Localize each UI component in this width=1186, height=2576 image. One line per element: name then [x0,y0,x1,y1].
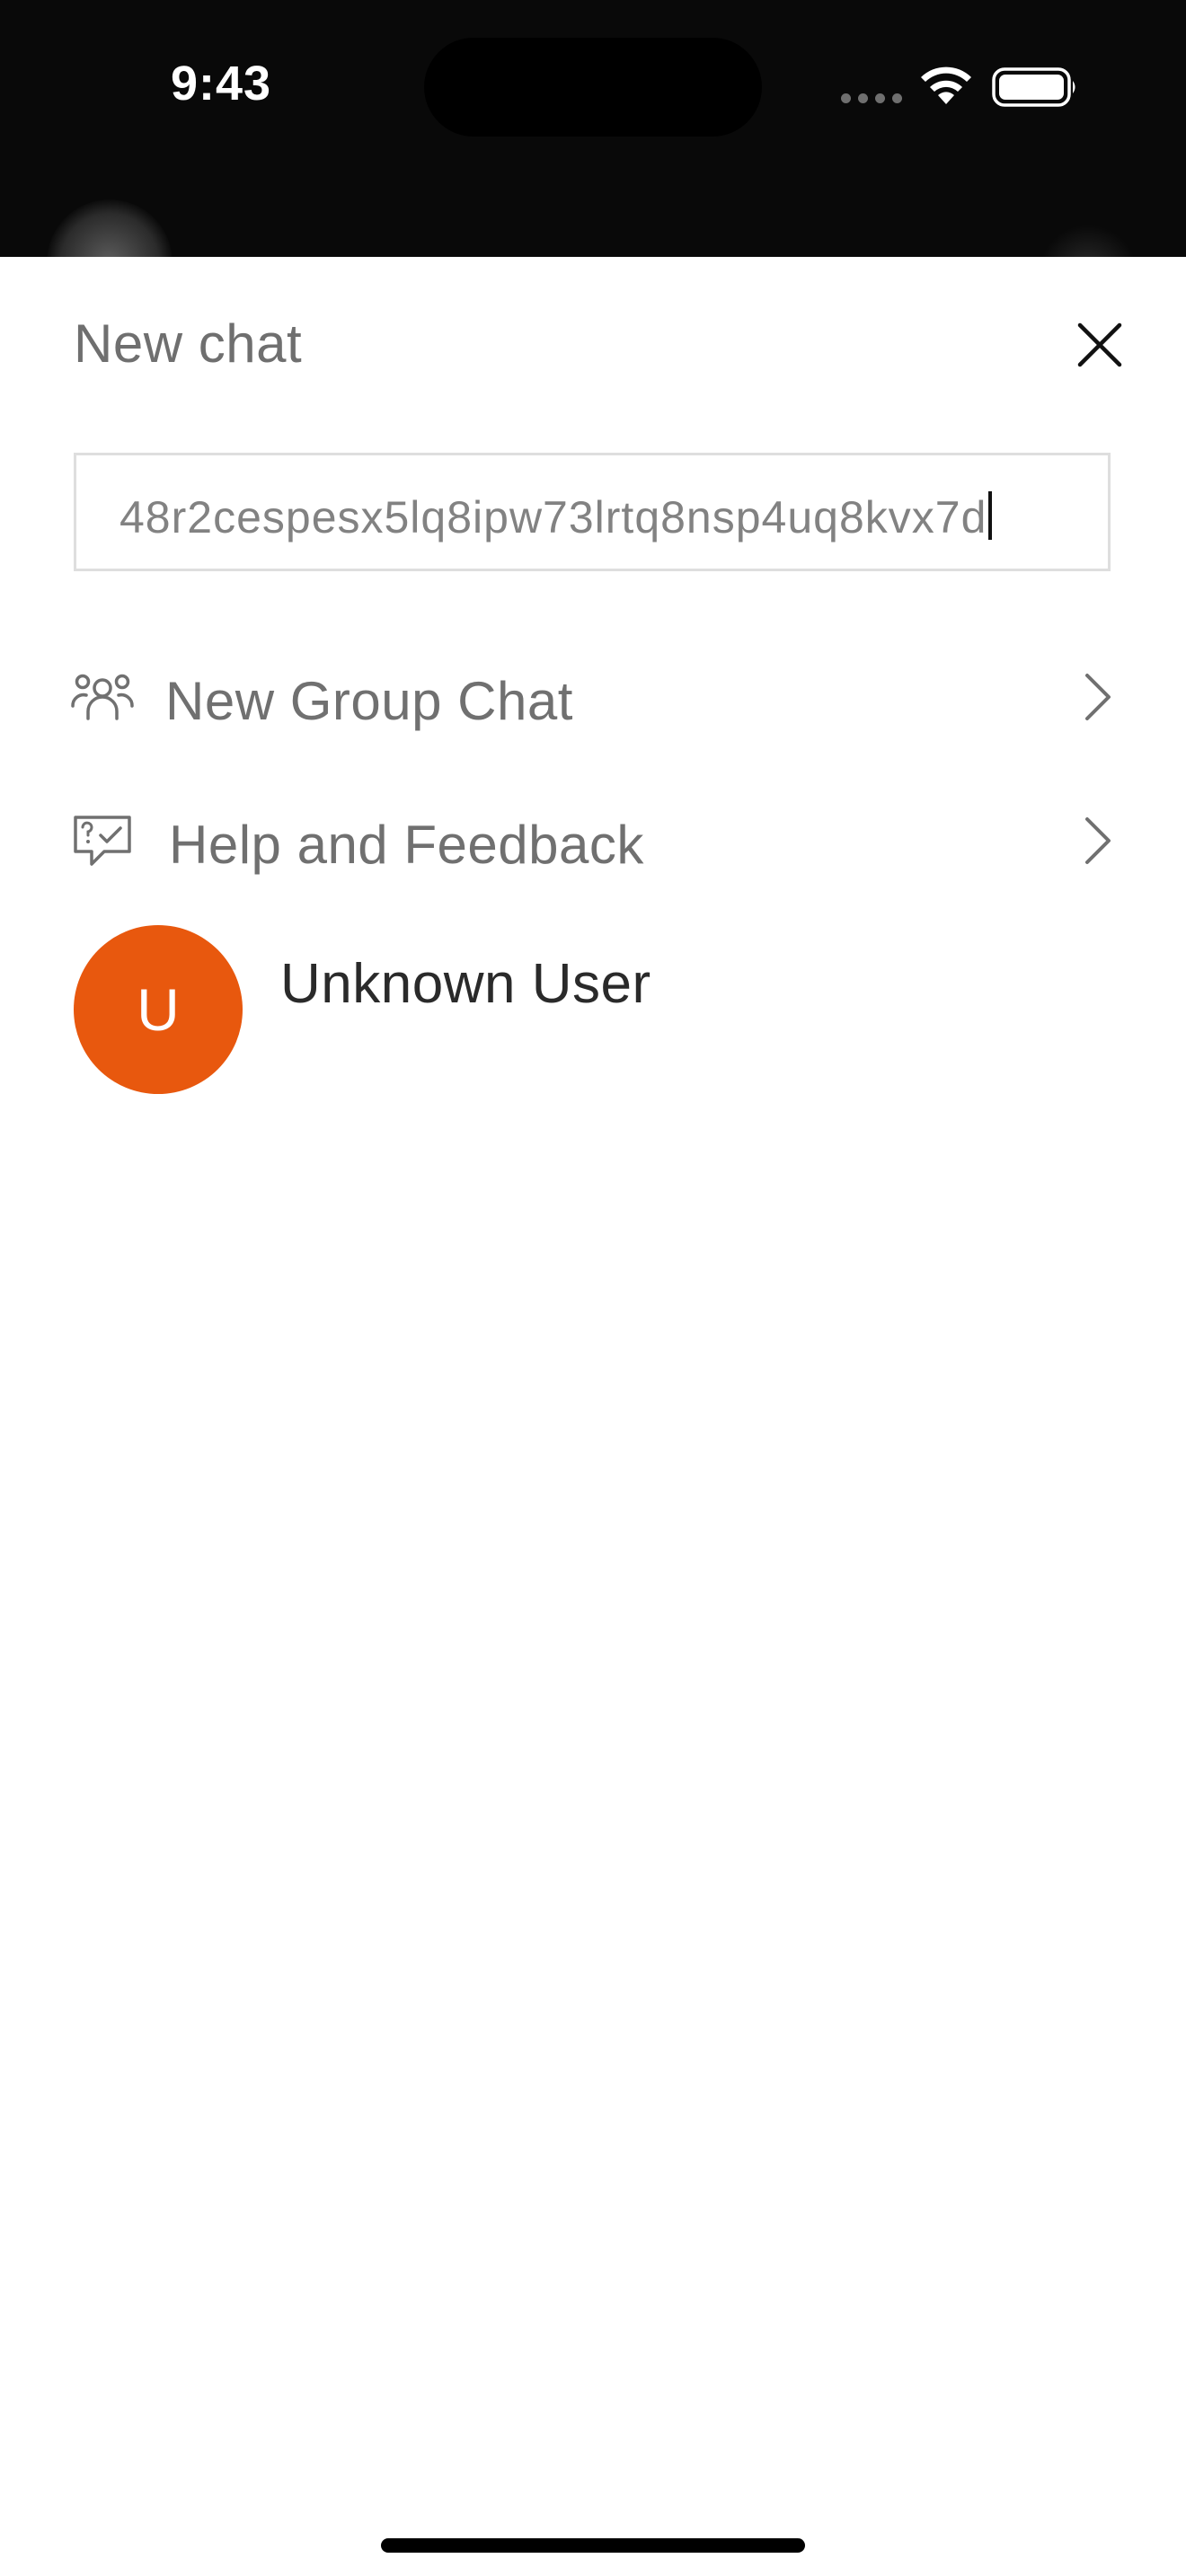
chevron-right-icon [1085,674,1111,720]
feedback-chat-icon [74,816,131,866]
wifi-icon [921,66,971,104]
sheet-title: New chat [74,313,303,374]
search-input[interactable]: 48r2cespesx5lq8ipw73lrtq8nsp4uq8kvx7d [74,453,1111,571]
new-group-chat-label: New Group Chat [165,671,573,731]
text-caret [988,491,993,540]
battery-icon [992,67,1075,107]
close-icon [1077,322,1122,367]
search-input-text: 48r2cespesx5lq8ipw73lrtq8nsp4uq8kvx7d [119,492,987,543]
close-button[interactable] [1066,311,1134,379]
user-result-row[interactable]: U Unknown User [0,925,1186,1105]
home-indicator[interactable] [381,2538,805,2553]
group-users-icon [71,674,134,720]
search-input-value: 48r2cespesx5lq8ipw73lrtq8nsp4uq8kvx7d [119,491,993,543]
chevron-right-icon [1085,817,1111,864]
cellular-signal-icon [841,93,902,104]
new-group-chat-row[interactable]: New Group Chat [0,638,1186,754]
avatar: U [74,925,243,1094]
status-time: 9:43 [171,57,272,110]
help-and-feedback-label: Help and Feedback [169,815,644,875]
status-bar: 9:43 [0,0,1186,325]
dynamic-island [424,38,762,137]
help-and-feedback-row[interactable]: Help and Feedback [0,781,1186,898]
user-name: Unknown User [280,953,651,1015]
new-chat-sheet: New chat 48r2cespesx5lq8ipw73lrtq8nsp4uq… [0,257,1186,2576]
